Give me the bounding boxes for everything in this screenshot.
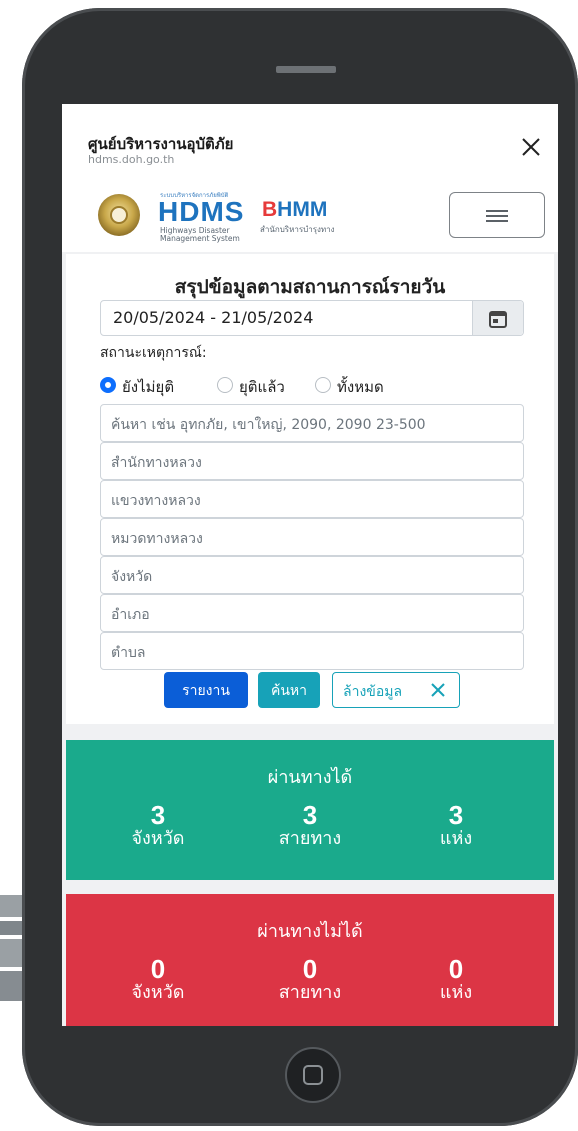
- passable-locations: 3 แห่ง: [439, 800, 473, 849]
- hdms-logo: HDMS: [158, 196, 245, 227]
- home-button-icon: [303, 1065, 323, 1085]
- district-office-select[interactable]: แขวงทางหลวง: [100, 480, 524, 518]
- passable-routes: 3 สายทาง: [278, 800, 342, 849]
- calendar-icon: [489, 311, 507, 328]
- app-header: ศูนย์บริหารงานอุบัติภัย hdms.doh.go.th ร…: [62, 104, 558, 252]
- radio-label: ยุติแล้ว: [239, 378, 285, 396]
- highway-unit-select[interactable]: หมวดทางหลวง: [100, 518, 524, 556]
- impassable-panel: ผ่านทางไม่ได้ 0 จังหวัด 0 สายทาง 0 แห่ง: [66, 894, 554, 1026]
- phone-screen: ศูนย์บริหารงานอุบัติภัย hdms.doh.go.th ร…: [62, 104, 558, 1026]
- hamburger-icon: [486, 210, 508, 212]
- close-icon[interactable]: [520, 136, 542, 158]
- hdms-subtitle-2: Management System: [160, 234, 240, 243]
- menu-toggle-button[interactable]: [449, 192, 545, 238]
- report-button[interactable]: รายงาน: [164, 672, 248, 708]
- radio-dot: [100, 377, 116, 393]
- filter-form: สรุปข้อมูลตามสถานการณ์รายวัน 20/05/2024 …: [66, 254, 554, 724]
- radio-dot: [217, 377, 233, 393]
- home-button[interactable]: [285, 1047, 341, 1103]
- impassable-title: ผ่านทางไม่ได้: [257, 921, 363, 942]
- search-input[interactable]: ค้นหา เช่น อุทกภัย, เขาใหญ่, 2090, 2090 …: [100, 404, 524, 442]
- impassable-provinces: 0 จังหวัด: [131, 954, 185, 1003]
- passable-provinces: 3 จังหวัด: [131, 800, 185, 849]
- passable-panel: ผ่านทางได้ 3 จังหวัด 3 สายทาง 3 แห่ง: [66, 740, 554, 880]
- tambon-select[interactable]: ตำบล: [100, 632, 524, 670]
- province-select[interactable]: จังหวัด: [100, 556, 524, 594]
- form-title: สรุปข้อมูลตามสถานการณ์รายวัน: [174, 276, 446, 298]
- impassable-routes: 0 สายทาง: [278, 954, 342, 1003]
- bhmm-logo: BHMM: [262, 198, 328, 221]
- doh-emblem-icon: [98, 194, 140, 236]
- date-range-input[interactable]: 20/05/2024 - 21/05/2024: [100, 300, 524, 336]
- logo-area: ระบบบริหารจัดการภัยพิบัติ HDMS Highways …: [98, 190, 368, 243]
- clear-button[interactable]: ล้างข้อมูล: [332, 672, 460, 708]
- date-range-value: 20/05/2024 - 21/05/2024: [113, 308, 314, 327]
- bureau-select[interactable]: สำนักทางหลวง: [100, 442, 524, 480]
- passable-title: ผ่านทางได้: [267, 767, 353, 788]
- radio-label: ยังไม่ยุติ: [122, 378, 175, 396]
- phone-speaker: [276, 66, 336, 73]
- status-label: สถานะเหตุการณ์:: [100, 345, 207, 361]
- bhmm-subtitle: สำนักบริหารบำรุงทาง: [260, 225, 335, 234]
- calendar-button[interactable]: [472, 301, 523, 335]
- site-url: hdms.doh.go.th: [88, 153, 175, 166]
- search-button[interactable]: ค้นหา: [258, 672, 320, 708]
- impassable-locations: 0 แห่ง: [439, 954, 473, 1003]
- x-icon: [431, 683, 445, 697]
- radio-label: ทั้งหมด: [337, 378, 384, 396]
- amphoe-select[interactable]: อำเภอ: [100, 594, 524, 632]
- radio-dot: [315, 377, 331, 393]
